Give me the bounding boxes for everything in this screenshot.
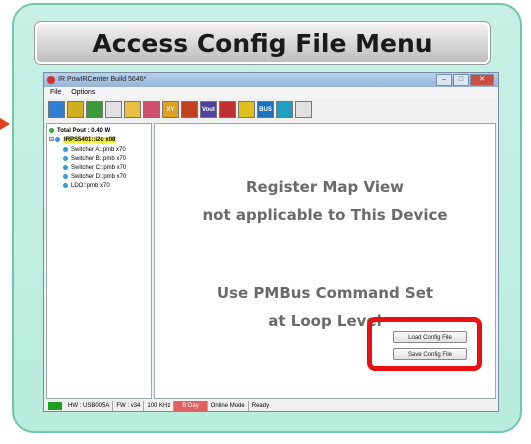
tree-child-row[interactable]: Switcher D::pmb x70 [63,172,126,181]
chart-icon[interactable] [181,101,198,118]
fw-status: FW : v34 [113,401,145,411]
maximize-button[interactable]: □ [453,74,469,86]
usb-icon [48,402,62,410]
highlight-box [367,317,482,371]
rail-label: Switcher C::pmb x70 [71,164,127,171]
device-dot-icon [55,137,61,142]
rail-dot-icon [63,147,68,152]
device-label: IRPS5401::i2c x08 [63,136,117,143]
folder-icon[interactable] [124,101,141,118]
device-tree: Total Pout : 0.40 W ⊟ IRPS5401::i2c x08 … [46,123,152,399]
message-line-1: Register Map View [245,178,405,196]
freq-status: 100 KHz [144,401,175,411]
network-icon[interactable] [86,101,103,118]
rail-dot-icon [63,156,68,161]
window-titlebar[interactable]: IR PowIRCenter Build 5646* – □ ✕ [44,73,498,87]
window-title: IR PowIRCenter Build 5646* [58,76,147,83]
toolbar: XY Vout BUS [48,101,312,119]
collapse-icon[interactable]: ⊟ [49,136,54,143]
mode-status: Online Mode [208,401,249,411]
total-pout-label: Total Pout : 0.40 W [57,127,111,134]
app-icon [47,76,55,84]
tree-child-row[interactable]: Switcher A::pmb x70 [63,145,126,154]
rail-dot-icon [63,174,68,179]
rail-dot-icon [63,183,68,188]
monitor-icon[interactable] [238,101,255,118]
calculator-icon[interactable] [276,101,293,118]
message-line-2: not applicable to This Device [202,206,448,224]
tree-total-row[interactable]: Total Pout : 0.40 W [49,126,110,135]
rail-label: Switcher D::pmb x70 [71,173,127,180]
window-controls: – □ ✕ [436,74,494,86]
banner-title: Access Config File Menu [35,22,490,64]
menubar: File Options [44,87,498,98]
bus-icon[interactable]: BUS [257,101,274,118]
xy-icon[interactable]: XY [162,101,179,118]
document-icon[interactable] [105,101,122,118]
close-button[interactable]: ✕ [470,74,494,86]
save-icon[interactable] [143,101,160,118]
rail-label: Switcher B::pmb x70 [71,155,127,162]
grid-icon[interactable] [67,101,84,118]
pointer-arrow-icon [0,118,10,130]
menu-options[interactable]: Options [71,89,95,96]
bday-status: B Day [174,401,208,411]
rail-dot-icon [63,165,68,170]
lifebuoy-icon[interactable] [295,101,312,118]
tree-device-row[interactable]: ⊟ IRPS5401::i2c x08 [49,135,117,144]
rail-label: Switcher A::pmb x70 [71,146,126,153]
menu-file[interactable]: File [50,89,61,96]
minimize-button[interactable]: – [436,74,452,86]
hw-status: HW : USB005A [65,401,114,411]
tree-child-row[interactable]: Switcher B::pmb x70 [63,154,126,163]
tree-child-row[interactable]: LDO::pmb x70 [63,181,110,190]
sequence-icon[interactable] [219,101,236,118]
message-line-3: Use PMBus Command Set [216,284,434,302]
ready-status: Ready [251,403,270,409]
status-dot-icon [49,128,54,133]
rail-label: LDO::pmb x70 [71,182,110,189]
vout-icon[interactable]: Vout [200,101,217,118]
device-settings-icon[interactable] [48,101,65,118]
status-bar: HW : USB005A FW : v34 100 KHz B Day Onli… [46,401,496,411]
tree-child-row[interactable]: Switcher C::pmb x70 [63,163,126,172]
